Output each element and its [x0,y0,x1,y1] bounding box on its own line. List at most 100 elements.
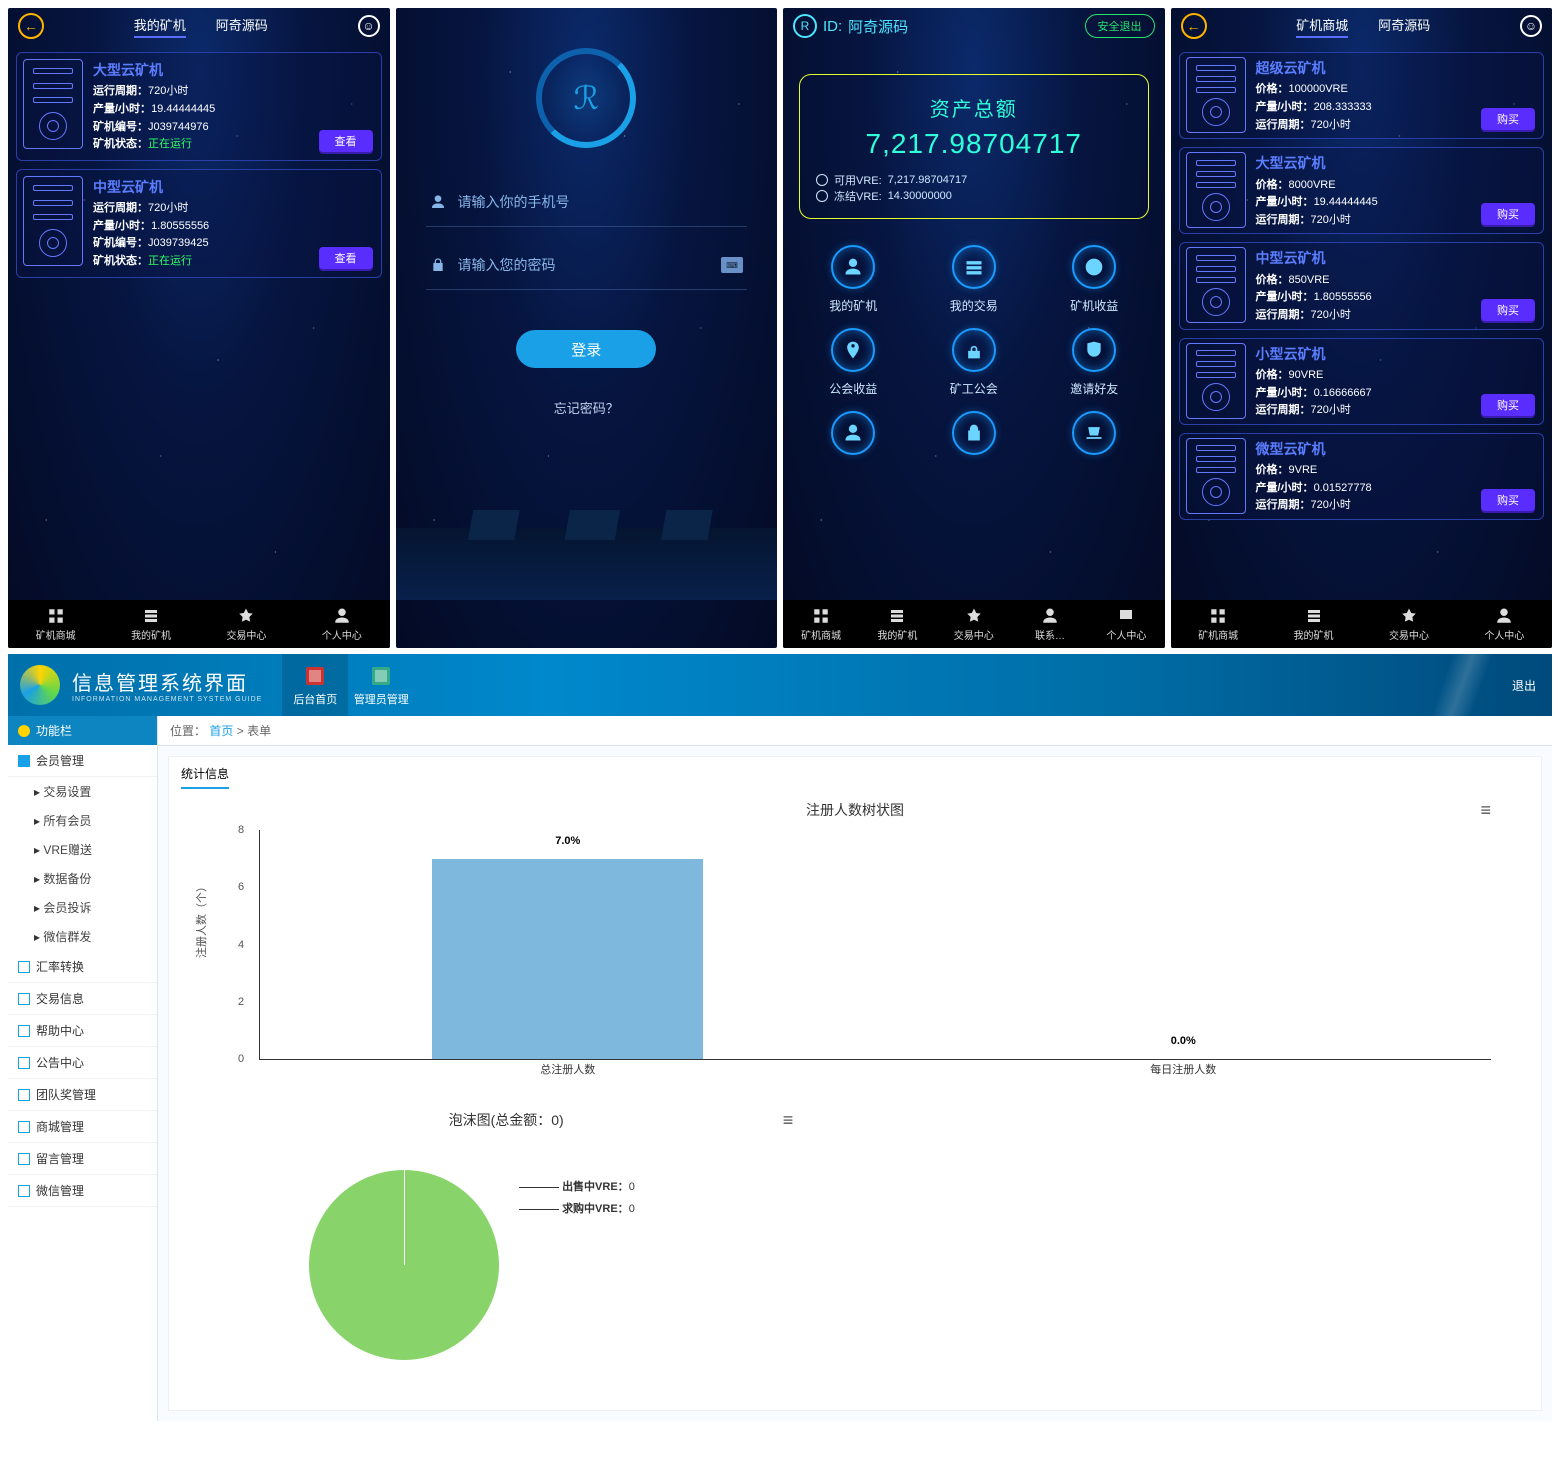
tabbar-item[interactable]: 我的矿机 [103,600,198,648]
sidebar-item[interactable]: 团队奖管理 [8,1079,157,1111]
nav-icon [369,664,393,688]
pie-chart: 泡沫图(总金额：0) ≡ 出售中VRE：0 求购中VRE：0 [209,1110,803,1390]
sidebar-item[interactable]: 商城管理 [8,1111,157,1143]
sidebar-item[interactable]: 微信管理 [8,1175,157,1207]
dashboard-icon [1072,328,1116,372]
tabbar-item[interactable]: 个人中心 [1088,600,1164,648]
tabbar-item[interactable]: 矿机商城 [8,600,103,648]
dashboard-cell[interactable] [914,411,1035,463]
admin-exit-link[interactable]: 退出 [1512,677,1536,694]
tabbar-item[interactable]: 个人中心 [1457,600,1552,648]
miner-icon [1186,343,1246,419]
miner-icon [1186,57,1246,133]
phone-input-row[interactable]: 请输入你的手机号 [426,178,748,227]
dashboard-cell[interactable] [1034,411,1155,463]
bar [432,859,703,1059]
pie-legend-1: 出售中VRE：0 [519,1178,635,1194]
safe-exit-button[interactable]: 安全退出 [1085,14,1155,38]
y-tick: 6 [238,881,244,893]
dashboard-cell[interactable]: 矿机收益 [1034,245,1155,314]
sidebar-bullet-icon [18,755,30,767]
sidebar-bullet-icon [18,1153,30,1165]
dashboard-icon [1072,245,1116,289]
asset-summary: 资产总额 7,217.98704717 可用VRE:7,217.98704717… [799,74,1149,219]
phone-screenshots-row: ← 我的矿机 阿奇源码 ☺ 大型云矿机 运行周期：720小时 产量/小时：19.… [8,8,1552,648]
sidebar-subitem[interactable]: 数据备份 [8,864,157,893]
tabbar-icon [965,607,983,625]
dashboard-icon [831,245,875,289]
admin-nav-item[interactable]: 后台首页 [282,654,348,716]
tab-shop[interactable]: 矿机商城 [1296,15,1348,38]
dashboard-icon [831,328,875,372]
tabbar-item[interactable]: 个人中心 [294,600,389,648]
miner-icon [1186,152,1246,228]
buy-button[interactable]: 购买 [1481,489,1535,511]
tab-brand[interactable]: 阿奇源码 [216,15,268,38]
view-button[interactable]: 查看 [319,130,373,152]
sidebar-bullet-icon [18,1185,30,1197]
dashboard-cell[interactable]: 邀请好友 [1034,328,1155,397]
available-label: 可用VRE: [834,172,882,188]
avatar-icon[interactable]: ☺ [358,15,380,37]
miner-name: 大型云矿机 [93,59,375,81]
sidebar-subitem[interactable]: 会员投诉 [8,893,157,922]
sidebar-bullet-icon [18,961,30,973]
sidebar-item[interactable]: 公告中心 [8,1047,157,1079]
tabbar-item[interactable]: 交易中心 [199,600,294,648]
sidebar-item[interactable]: 会员管理 [8,745,157,777]
avatar-icon[interactable]: ☺ [1520,15,1542,37]
phone3-dashboard: R ID:阿奇源码 安全退出 资产总额 7,217.98704717 可用VRE… [783,8,1165,648]
nav-icon [303,664,327,688]
admin-nav-item[interactable]: 管理员管理 [348,654,414,716]
view-button[interactable]: 查看 [319,247,373,269]
buy-button[interactable]: 购买 [1481,394,1535,416]
password-placeholder: 请输入您的密码 [458,255,556,275]
chart-menu-icon[interactable]: ≡ [1480,800,1491,821]
tabbar-item[interactable]: 交易中心 [1361,600,1456,648]
tabbar-item[interactable]: 我的矿机 [1266,600,1361,648]
tabbar-item[interactable]: 矿机商城 [1171,600,1266,648]
tabbar-icon [47,607,65,625]
sidebar-item[interactable]: 交易信息 [8,983,157,1015]
sidebar-item[interactable]: 帮助中心 [8,1015,157,1047]
sidebar-subitem[interactable]: 交易设置 [8,777,157,806]
admin-sidebar: 功能栏 会员管理交易设置所有会员VRE赠送数据备份会员投诉微信群发 汇率转换 交… [8,716,158,1421]
sidebar-subitem[interactable]: 所有会员 [8,806,157,835]
password-input-row[interactable]: 请输入您的密码 ⌨ [426,241,748,290]
crumb-sep: > [237,724,247,738]
dashboard-cell[interactable]: 矿工公会 [914,328,1035,397]
dashboard-cell[interactable]: 我的交易 [914,245,1035,314]
buy-button[interactable]: 购买 [1481,108,1535,130]
tab-my-miners[interactable]: 我的矿机 [134,15,186,38]
stats-panel: 统计信息 注册人数树状图 ≡ 注册人数（个） 02468 7.0% 总注册人数 … [168,756,1542,1411]
tabbar-item[interactable]: 联系… [1012,600,1088,648]
sidebar-subitem[interactable]: VRE赠送 [8,835,157,864]
buy-button[interactable]: 购买 [1481,203,1535,225]
keyboard-icon[interactable]: ⌨ [721,257,743,273]
dashboard-cell[interactable]: 我的矿机 [793,245,914,314]
phone-placeholder: 请输入你的手机号 [458,192,570,212]
forgot-password-link[interactable]: 忘记密码？ [396,398,778,417]
sidebar-bullet-icon [18,1057,30,1069]
crumb-home[interactable]: 首页 [209,724,233,738]
sidebar-item[interactable]: 留言管理 [8,1143,157,1175]
sidebar-item[interactable]: 汇率转换 [8,951,157,983]
sidebar-label: 留言管理 [36,1150,84,1167]
dashboard-cell[interactable]: 公会收益 [793,328,914,397]
tabbar-item[interactable]: 矿机商城 [783,600,859,648]
login-button[interactable]: 登录 [516,330,656,368]
dashboard-cell[interactable] [793,411,914,463]
back-icon[interactable]: ← [18,13,44,39]
phone4-tabbar: 矿机商城 我的矿机 交易中心 个人中心 [1171,600,1553,648]
back-icon[interactable]: ← [1181,13,1207,39]
chart-menu-icon[interactable]: ≡ [783,1110,794,1131]
tab-brand[interactable]: 阿奇源码 [1378,15,1430,38]
y-tick: 2 [238,996,244,1008]
tabbar-item[interactable]: 我的矿机 [859,600,935,648]
tabbar-label: 交易中心 [226,627,266,642]
buy-button[interactable]: 购买 [1481,299,1535,321]
sidebar-subitem[interactable]: 微信群发 [8,922,157,951]
shop-card: 超级云矿机 价格：100000VRE 产量/小时：208.333333 运行周期… [1179,52,1545,139]
tabbar-icon [888,607,906,625]
tabbar-item[interactable]: 交易中心 [936,600,1012,648]
